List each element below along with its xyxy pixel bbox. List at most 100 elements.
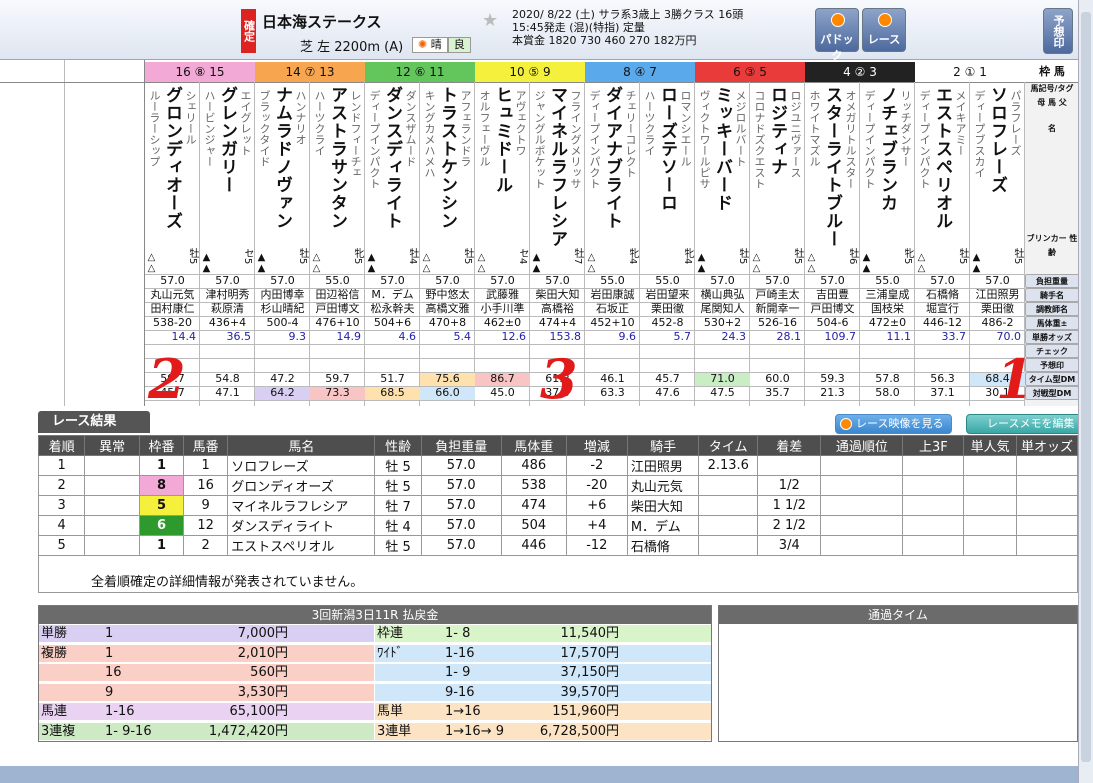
time-dm: 59.7 <box>325 372 350 385</box>
result-row[interactable]: 2 8 16 グロンディオーズ牡 5 57.0 538 -20 丸山元気 1/2 <box>37 475 1079 496</box>
horse-sire: ディープインパクト <box>863 90 876 189</box>
result-row[interactable]: 3 5 9 マイネルラフレシア牡 7 57.0 474 +6 柴田大知 1 1/2 <box>37 495 1079 516</box>
horse-sire: ホワイトマズル <box>808 90 821 167</box>
result-cell <box>698 535 759 556</box>
result-cell: 牡 5 <box>374 475 422 496</box>
horse-weight-carried: 55.0 <box>655 274 680 287</box>
trainer-name: 石坂正 <box>596 302 629 315</box>
horse-dam: ハンナリオ <box>294 90 307 145</box>
result-cell <box>820 515 904 536</box>
payout-type: 馬単 <box>377 704 404 719</box>
horse-sex-age: 牡5 <box>957 248 968 265</box>
time-dm: 45.7 <box>655 372 680 385</box>
trainer-name: 戸田博文 <box>810 302 855 315</box>
horse-name[interactable]: トラストケンシン <box>437 86 457 266</box>
race-video-button[interactable]: レース映像を見る <box>835 414 953 434</box>
horse-name[interactable]: ナムラドノヴァン <box>272 86 292 266</box>
horse-sex-age: 牡4 <box>407 248 418 265</box>
result-cell <box>1015 495 1079 516</box>
trainer-name: 松永幹夫 <box>370 302 415 315</box>
result-col-header: 上3F <box>902 435 965 456</box>
result-cell: 2 <box>183 535 229 556</box>
horse-name[interactable]: ローズテソーロ <box>657 86 677 266</box>
check-cell <box>420 344 475 358</box>
versus-dm: 45.0 <box>490 386 515 399</box>
result-cell: 3 <box>37 495 86 516</box>
result-cell: 牡 4 <box>374 515 422 536</box>
horse-mark-icon: △△ <box>586 252 597 274</box>
horse-name[interactable]: ミッキーバード <box>712 86 732 266</box>
horse-weight-carried: 57.0 <box>380 274 405 287</box>
horse-name[interactable]: ヒュミドール <box>492 86 512 266</box>
payout-type: 馬連 <box>41 704 68 719</box>
result-col-header: 着差 <box>757 435 822 456</box>
passing-time-panel: 通過タイム <box>718 605 1078 742</box>
versus-dm: 68.5 <box>365 386 420 400</box>
race-memo-button[interactable]: レースメモを編集 <box>966 414 1084 434</box>
status-badge: 確定 <box>241 9 256 53</box>
result-cell: -12 <box>565 535 628 556</box>
result-cell: 12 <box>183 515 229 536</box>
versus-dm: 66.0 <box>420 386 475 400</box>
payout-combination: 1 <box>105 645 114 661</box>
win-odds: 11.1 <box>886 330 912 343</box>
race-button[interactable]: レース <box>862 8 906 52</box>
vertical-scrollbar[interactable] <box>1078 0 1093 783</box>
horse-name[interactable]: ダイアナブライト <box>602 86 622 266</box>
result-row[interactable]: 4 6 12 ダンスディライト牡 4 57.0 504 +4 M．デム 2 1/2 <box>37 515 1079 536</box>
result-cell: +4 <box>565 515 628 536</box>
result-row[interactable]: 1 1 1 ソロフレーズ牡 5 57.0 486 -2 江田照男 2.13.6 <box>37 455 1079 476</box>
row-label: 単勝オッズ <box>1025 330 1079 344</box>
horse-weight-carried: 57.0 <box>545 274 570 287</box>
horse-sex-age: 牡6 <box>847 248 858 265</box>
result-cell <box>902 515 965 536</box>
result-cell: エストスペリオル <box>227 535 376 556</box>
waku-header-4: 10 ⑤ 9 <box>475 62 585 82</box>
horse-name[interactable]: ダンスディライト <box>382 86 402 266</box>
horse-name[interactable]: グレンガリー <box>217 86 237 266</box>
jockey-name: 柴田大知 <box>535 288 580 301</box>
paddock-button[interactable]: パドック <box>815 8 859 62</box>
favorite-star-icon[interactable]: ★ <box>482 10 498 31</box>
payout-row: 3連複 1- 9-16 1,472,420円 <box>39 722 374 740</box>
result-cell <box>820 535 904 556</box>
horse-sire: ジャングルポケット <box>533 90 546 189</box>
payout-combination: 1- 8 <box>445 626 471 641</box>
horse-dam: メイキアミー <box>954 90 967 156</box>
horse-name[interactable]: ノチェブランカ <box>877 86 897 266</box>
horse-name[interactable]: スターライトブルー <box>822 86 842 266</box>
prediction-cell <box>695 358 750 372</box>
yoso-button[interactable]: 予想印 <box>1043 8 1073 54</box>
row-divider <box>145 274 1024 275</box>
horse-name[interactable]: エストスペリオル <box>932 86 952 266</box>
prediction-cell <box>475 358 530 372</box>
result-col-header: 着順 <box>37 435 86 456</box>
horse-dam: アヴェクトワ <box>514 90 527 156</box>
horse-dam: パラフレーズ <box>1009 90 1022 156</box>
horse-weight-carried: 55.0 <box>325 274 350 287</box>
annotation-1: 1 <box>996 347 1034 411</box>
result-cell: +6 <box>565 495 628 516</box>
horse-name[interactable]: グロンディオーズ <box>162 86 182 266</box>
horse-name[interactable]: ロジティナ <box>767 86 787 266</box>
horse-name[interactable]: アストラサンタン <box>327 86 347 266</box>
jockey-name: 石橋脩 <box>926 288 959 301</box>
row-label: 調教師名 <box>1025 302 1079 316</box>
horse-mark-icon: △△ <box>311 252 322 274</box>
result-cell <box>902 455 965 476</box>
payout-type: 3連単 <box>377 723 412 739</box>
waku-header-8: 2 ① 1 <box>915 62 1025 82</box>
result-row[interactable]: 5 1 2 エストスペリオル牡 5 57.0 446 -12 石橋脩 3/4 <box>37 535 1079 556</box>
race-result-tab[interactable]: レース結果 <box>38 411 150 433</box>
horse-weight-carried: 57.0 <box>160 274 185 287</box>
body-weight: 526-16 <box>758 316 797 329</box>
horse-mark-icon: △△ <box>476 252 487 274</box>
result-col-header: 負担重量 <box>420 435 502 456</box>
result-cell: マイネルラフレシア <box>227 495 376 516</box>
scrollbar-thumb[interactable] <box>1081 12 1091 762</box>
horse-name[interactable]: ソロフレーズ <box>987 86 1007 266</box>
payout-combination: 1-16 <box>105 704 135 719</box>
horse-weight-carried: 57.0 <box>490 274 515 287</box>
horse-sire: ブラックタイド <box>258 90 271 167</box>
horse-name[interactable]: マイネルラフレシア <box>547 86 567 266</box>
